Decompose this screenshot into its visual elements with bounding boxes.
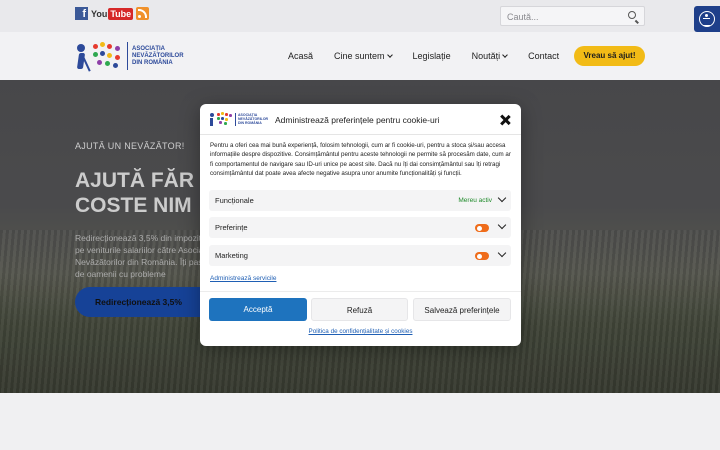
- manage-services-link[interactable]: Administrează servicile: [210, 275, 276, 282]
- youtube-tube-text: Tube: [108, 7, 134, 20]
- rss-icon[interactable]: [136, 7, 150, 20]
- accept-button[interactable]: Acceptă: [209, 298, 307, 321]
- chevron-down-icon[interactable]: [497, 248, 507, 258]
- accessibility-icon: [699, 11, 715, 27]
- always-active-label: Mereu activ: [458, 197, 492, 204]
- top-bar: f You Tube: [0, 0, 720, 32]
- accessibility-button[interactable]: [694, 6, 720, 32]
- search-icon[interactable]: [628, 11, 636, 19]
- chevron-down-icon: [502, 52, 508, 58]
- search-box: [500, 6, 645, 26]
- page-bottom: [0, 393, 720, 450]
- logo-mark-icon: [75, 40, 123, 72]
- category-label: Funcționale: [215, 196, 254, 205]
- deny-button[interactable]: Refuză: [311, 298, 408, 321]
- preferinte-toggle[interactable]: [475, 224, 489, 232]
- logo-text: ASOCIAȚIA NEVĂZĂTORILOR DIN ROMÂNIA: [132, 45, 184, 66]
- main-nav: Acasă Cine suntem Legislație Noutăți Con…: [288, 46, 580, 66]
- privacy-policy-link[interactable]: Politica de confidențialitate și cookies: [200, 328, 521, 335]
- chevron-down-icon[interactable]: [497, 220, 507, 230]
- facebook-icon[interactable]: f: [75, 7, 88, 20]
- category-label: Preferințe: [215, 223, 248, 232]
- category-label: Marketing: [215, 251, 248, 260]
- social-links: f You Tube: [75, 7, 150, 20]
- youtube-icon[interactable]: You Tube: [91, 7, 134, 20]
- category-functionale[interactable]: Funcționale Mereu activ: [209, 190, 511, 211]
- save-preferences-button[interactable]: Salvează preferințele: [413, 298, 511, 321]
- site-logo[interactable]: ASOCIAȚIA NEVĂZĂTORILOR DIN ROMÂNIA: [75, 40, 184, 72]
- search-input[interactable]: [501, 8, 621, 26]
- category-marketing[interactable]: Marketing: [209, 245, 511, 266]
- chevron-down-icon[interactable]: [497, 193, 507, 203]
- nav-item-acasa[interactable]: Acasă: [288, 46, 313, 66]
- marketing-toggle[interactable]: [475, 252, 489, 260]
- chevron-down-icon: [386, 52, 393, 58]
- close-icon[interactable]: [499, 114, 511, 126]
- modal-logo: ASOCIAȚIA NEVĂZĂTORILOR DIN ROMÂNIA: [209, 111, 269, 127]
- nav-item-contact[interactable]: Contact: [528, 46, 559, 66]
- cookie-consent-modal: ASOCIAȚIA NEVĂZĂTORILOR DIN ROMÂNIA Admi…: [200, 104, 521, 346]
- help-cta-button[interactable]: Vreau să ajut!: [574, 46, 645, 66]
- category-preferinte[interactable]: Preferințe: [209, 217, 511, 238]
- nav-item-legislatie[interactable]: Legislație: [413, 46, 451, 66]
- youtube-you-text: You: [91, 8, 108, 19]
- nav-item-noutati[interactable]: Noutăți: [472, 46, 508, 66]
- modal-description: Pentru a oferi cea mai bună experiență, …: [210, 142, 511, 177]
- site-header: ASOCIAȚIA NEVĂZĂTORILOR DIN ROMÂNIA Acas…: [0, 32, 720, 80]
- modal-title: Administrează preferințele pentru cookie…: [275, 115, 440, 125]
- nav-item-cine-suntem[interactable]: Cine suntem: [334, 46, 393, 66]
